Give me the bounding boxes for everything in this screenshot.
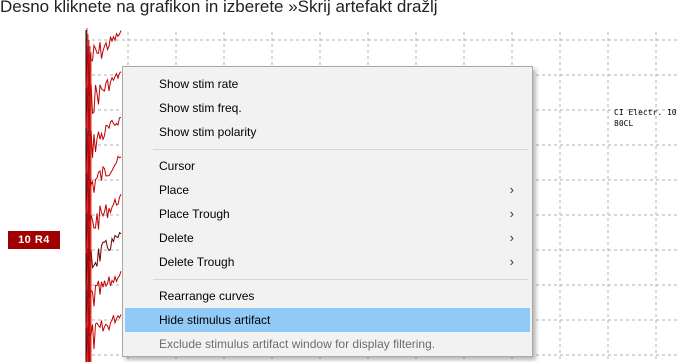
menu-item-place[interactable]: Place › bbox=[125, 178, 530, 202]
menu-item-label: Show stim polarity bbox=[159, 125, 257, 139]
menu-item-label: Show stim rate bbox=[159, 77, 239, 91]
menu-separator bbox=[153, 149, 528, 150]
context-menu: Show stim rate Show stim freq. Show stim p… bbox=[122, 66, 533, 357]
curve-label-badge[interactable]: 10 R4 bbox=[8, 231, 60, 249]
menu-item-label: Exclude stimulus artifact window for dis… bbox=[159, 337, 436, 351]
menu-item-rearrange-curves[interactable]: Rearrange curves bbox=[125, 284, 530, 308]
menu-item-exclude-stimulus-artifact-window-for-display-filtering: Exclude stimulus artifact window for dis… bbox=[125, 332, 530, 356]
chevron-right-icon: › bbox=[509, 254, 514, 269]
electrode-info-line2: 80CL bbox=[614, 119, 634, 128]
menu-separator bbox=[153, 279, 528, 280]
menu-item-cursor[interactable]: Cursor bbox=[125, 154, 530, 178]
menu-item-show-stim-freq[interactable]: Show stim freq. bbox=[125, 96, 530, 120]
menu-item-label: Hide stimulus artifact bbox=[159, 313, 271, 327]
menu-item-delete-trough[interactable]: Delete Trough › bbox=[125, 250, 530, 274]
chevron-right-icon: › bbox=[509, 206, 514, 221]
menu-item-place-trough[interactable]: Place Trough › bbox=[125, 202, 530, 226]
electrode-info-line1: CI Electr. 10 bbox=[614, 108, 677, 117]
menu-item-delete[interactable]: Delete › bbox=[125, 226, 530, 250]
waveform-curves bbox=[85, 28, 122, 362]
menu-item-hide-stimulus-artifact[interactable]: Hide stimulus artifact bbox=[125, 308, 530, 332]
menu-item-label: Show stim freq. bbox=[159, 101, 242, 115]
chevron-right-icon: › bbox=[509, 230, 514, 245]
menu-item-label: Place bbox=[159, 183, 190, 197]
menu-item-label: Rearrange curves bbox=[159, 289, 255, 303]
electrode-info: CI Electr. 10 80CL bbox=[614, 107, 677, 129]
menu-item-show-stim-rate[interactable]: Show stim rate bbox=[125, 72, 530, 96]
menu-item-show-stim-polarity[interactable]: Show stim polarity bbox=[125, 120, 530, 144]
menu-item-label: Delete bbox=[159, 231, 194, 245]
menu-item-label: Place Trough bbox=[159, 207, 230, 221]
chevron-right-icon: › bbox=[509, 182, 514, 197]
menu-item-label: Cursor bbox=[159, 159, 196, 173]
menu-item-label: Delete Trough bbox=[159, 255, 235, 269]
